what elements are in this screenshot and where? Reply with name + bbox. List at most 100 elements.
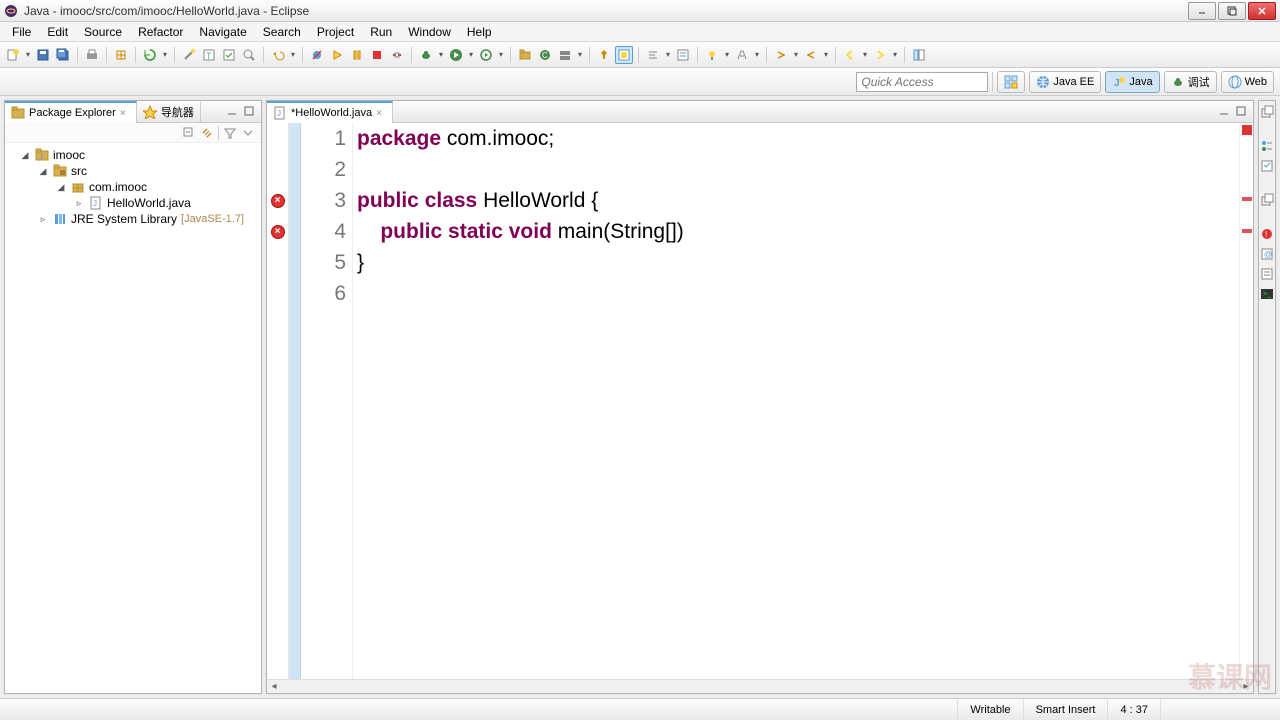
perspective-java-ee[interactable]: Java EE xyxy=(1029,71,1101,93)
print-icon[interactable] xyxy=(83,46,101,64)
terminate-icon[interactable] xyxy=(368,46,386,64)
new-server-icon[interactable] xyxy=(556,46,574,64)
menu-source[interactable]: Source xyxy=(76,23,130,41)
new-package-icon[interactable] xyxy=(516,46,534,64)
bulb-icon[interactable] xyxy=(703,46,721,64)
perspective-icon[interactable] xyxy=(910,46,928,64)
view-menu-icon[interactable] xyxy=(241,126,255,140)
outline-view-icon[interactable] xyxy=(1260,139,1274,153)
editor-body[interactable]: 123456 package com.imooc;public class He… xyxy=(267,123,1253,679)
undo-icon[interactable] xyxy=(269,46,287,64)
todo-icon[interactable] xyxy=(674,46,692,64)
perspective-java[interactable]: J Java xyxy=(1105,71,1159,93)
skip-breakpoints-icon[interactable] xyxy=(308,46,326,64)
close-button[interactable] xyxy=(1248,2,1276,20)
tree-package[interactable]: ◢ com.imooc xyxy=(5,179,261,195)
tree-jre[interactable]: ▹ JRE System Library [JavaSE-1.7] xyxy=(5,211,261,227)
tree-project[interactable]: ◢ J imooc xyxy=(5,147,261,163)
save-all-icon[interactable] xyxy=(54,46,72,64)
tab-close-icon[interactable]: × xyxy=(120,108,130,118)
menu-project[interactable]: Project xyxy=(309,23,362,41)
problems-view-icon[interactable]: ! xyxy=(1260,227,1274,241)
menu-run[interactable]: Run xyxy=(362,23,400,41)
menu-navigate[interactable]: Navigate xyxy=(191,23,254,41)
disconnect-icon[interactable] xyxy=(388,46,406,64)
minimize-button[interactable] xyxy=(1188,2,1216,20)
editor-tab[interactable]: J *HelloWorld.java × xyxy=(267,101,393,123)
restore-view-icon[interactable] xyxy=(1260,105,1274,119)
marker-bar[interactable] xyxy=(267,123,289,679)
menu-edit[interactable]: Edit xyxy=(39,23,76,41)
maximize-view-icon[interactable] xyxy=(243,105,257,119)
prev-annotation-icon[interactable] xyxy=(802,46,820,64)
task-list-icon[interactable] xyxy=(1260,159,1274,173)
new-dropdown[interactable]: ▾ xyxy=(24,46,32,64)
work-area: Package Explorer × 导航器 ◢ J im xyxy=(0,96,1280,698)
menu-help[interactable]: Help xyxy=(459,23,500,41)
refresh-dropdown[interactable]: ▾ xyxy=(161,46,169,64)
menu-file[interactable]: File xyxy=(4,23,39,41)
declaration-view-icon[interactable] xyxy=(1260,267,1274,281)
new-class-icon[interactable]: C xyxy=(536,46,554,64)
svg-text:T: T xyxy=(206,51,212,61)
console-view-icon[interactable]: >_ xyxy=(1260,287,1274,301)
back-icon[interactable] xyxy=(841,46,859,64)
javadoc-view-icon[interactable]: @ xyxy=(1260,247,1274,261)
minimize-view-icon[interactable] xyxy=(226,105,240,119)
package-tree[interactable]: ◢ J imooc ◢ src ◢ com.imooc ▹ J HelloWor… xyxy=(5,143,261,693)
navigator-tab[interactable]: 导航器 xyxy=(137,101,201,123)
toggle-mark-icon[interactable] xyxy=(615,46,633,64)
quick-access-input[interactable] xyxy=(856,72,988,92)
window-title: Java - imooc/src/com/imooc/HelloWorld.ja… xyxy=(24,4,1186,18)
menu-refactor[interactable]: Refactor xyxy=(130,23,191,41)
tree-src[interactable]: ◢ src xyxy=(5,163,261,179)
refresh-icon[interactable] xyxy=(141,46,159,64)
annotation-icon[interactable] xyxy=(733,46,751,64)
perspective-bar: Java EE J Java 调试 Web xyxy=(0,68,1280,96)
perspective-web[interactable]: Web xyxy=(1221,71,1274,93)
code-area[interactable]: package com.imooc;public class HelloWorl… xyxy=(353,123,1239,679)
debug-icon[interactable] xyxy=(417,46,435,64)
link-editor-icon[interactable] xyxy=(200,126,214,140)
new-icon[interactable] xyxy=(4,46,22,64)
fold-bar[interactable] xyxy=(289,123,301,679)
resume-icon[interactable] xyxy=(328,46,346,64)
minimize-editor-icon[interactable] xyxy=(1218,105,1232,119)
suspend-icon[interactable] xyxy=(348,46,366,64)
forward-icon[interactable] xyxy=(871,46,889,64)
perspective-debug[interactable]: 调试 xyxy=(1164,71,1217,93)
status-writable: Writable xyxy=(957,699,1022,720)
wand-icon[interactable] xyxy=(180,46,198,64)
restore-view2-icon[interactable] xyxy=(1260,193,1274,207)
task-icon[interactable] xyxy=(220,46,238,64)
window-titlebar: Java - imooc/src/com/imooc/HelloWorld.ja… xyxy=(0,0,1280,22)
filter-icon[interactable] xyxy=(223,126,237,140)
run-last-icon[interactable] xyxy=(477,46,495,64)
search-icon[interactable] xyxy=(240,46,258,64)
format-icon[interactable] xyxy=(644,46,662,64)
package-explorer-tab[interactable]: Package Explorer × xyxy=(5,101,137,123)
line-gutter[interactable]: 123456 xyxy=(301,123,353,679)
svg-text:J: J xyxy=(93,199,97,208)
package-icon xyxy=(71,180,85,194)
editor-hscrollbar[interactable]: ◂ ▸ xyxy=(267,679,1253,693)
run-icon[interactable] xyxy=(447,46,465,64)
build-icon[interactable] xyxy=(112,46,130,64)
maximize-button[interactable] xyxy=(1218,2,1246,20)
overview-ruler[interactable] xyxy=(1239,123,1253,679)
tree-file[interactable]: ▹ J HelloWorld.java xyxy=(5,195,261,211)
pin-icon[interactable] xyxy=(595,46,613,64)
save-icon[interactable] xyxy=(34,46,52,64)
bug-icon xyxy=(1171,75,1185,89)
menu-search[interactable]: Search xyxy=(255,23,309,41)
open-type-icon[interactable]: T xyxy=(200,46,218,64)
maximize-editor-icon[interactable] xyxy=(1235,105,1249,119)
collapse-all-icon[interactable] xyxy=(182,126,196,140)
next-annotation-icon[interactable] xyxy=(772,46,790,64)
menu-window[interactable]: Window xyxy=(400,23,459,41)
open-perspective-button[interactable] xyxy=(997,71,1025,93)
statusbar: Writable Smart Insert 4 : 37 xyxy=(0,698,1280,720)
tab-close-icon[interactable]: × xyxy=(376,108,386,118)
svg-text:!: ! xyxy=(1265,230,1267,239)
navigator-icon xyxy=(143,105,157,119)
